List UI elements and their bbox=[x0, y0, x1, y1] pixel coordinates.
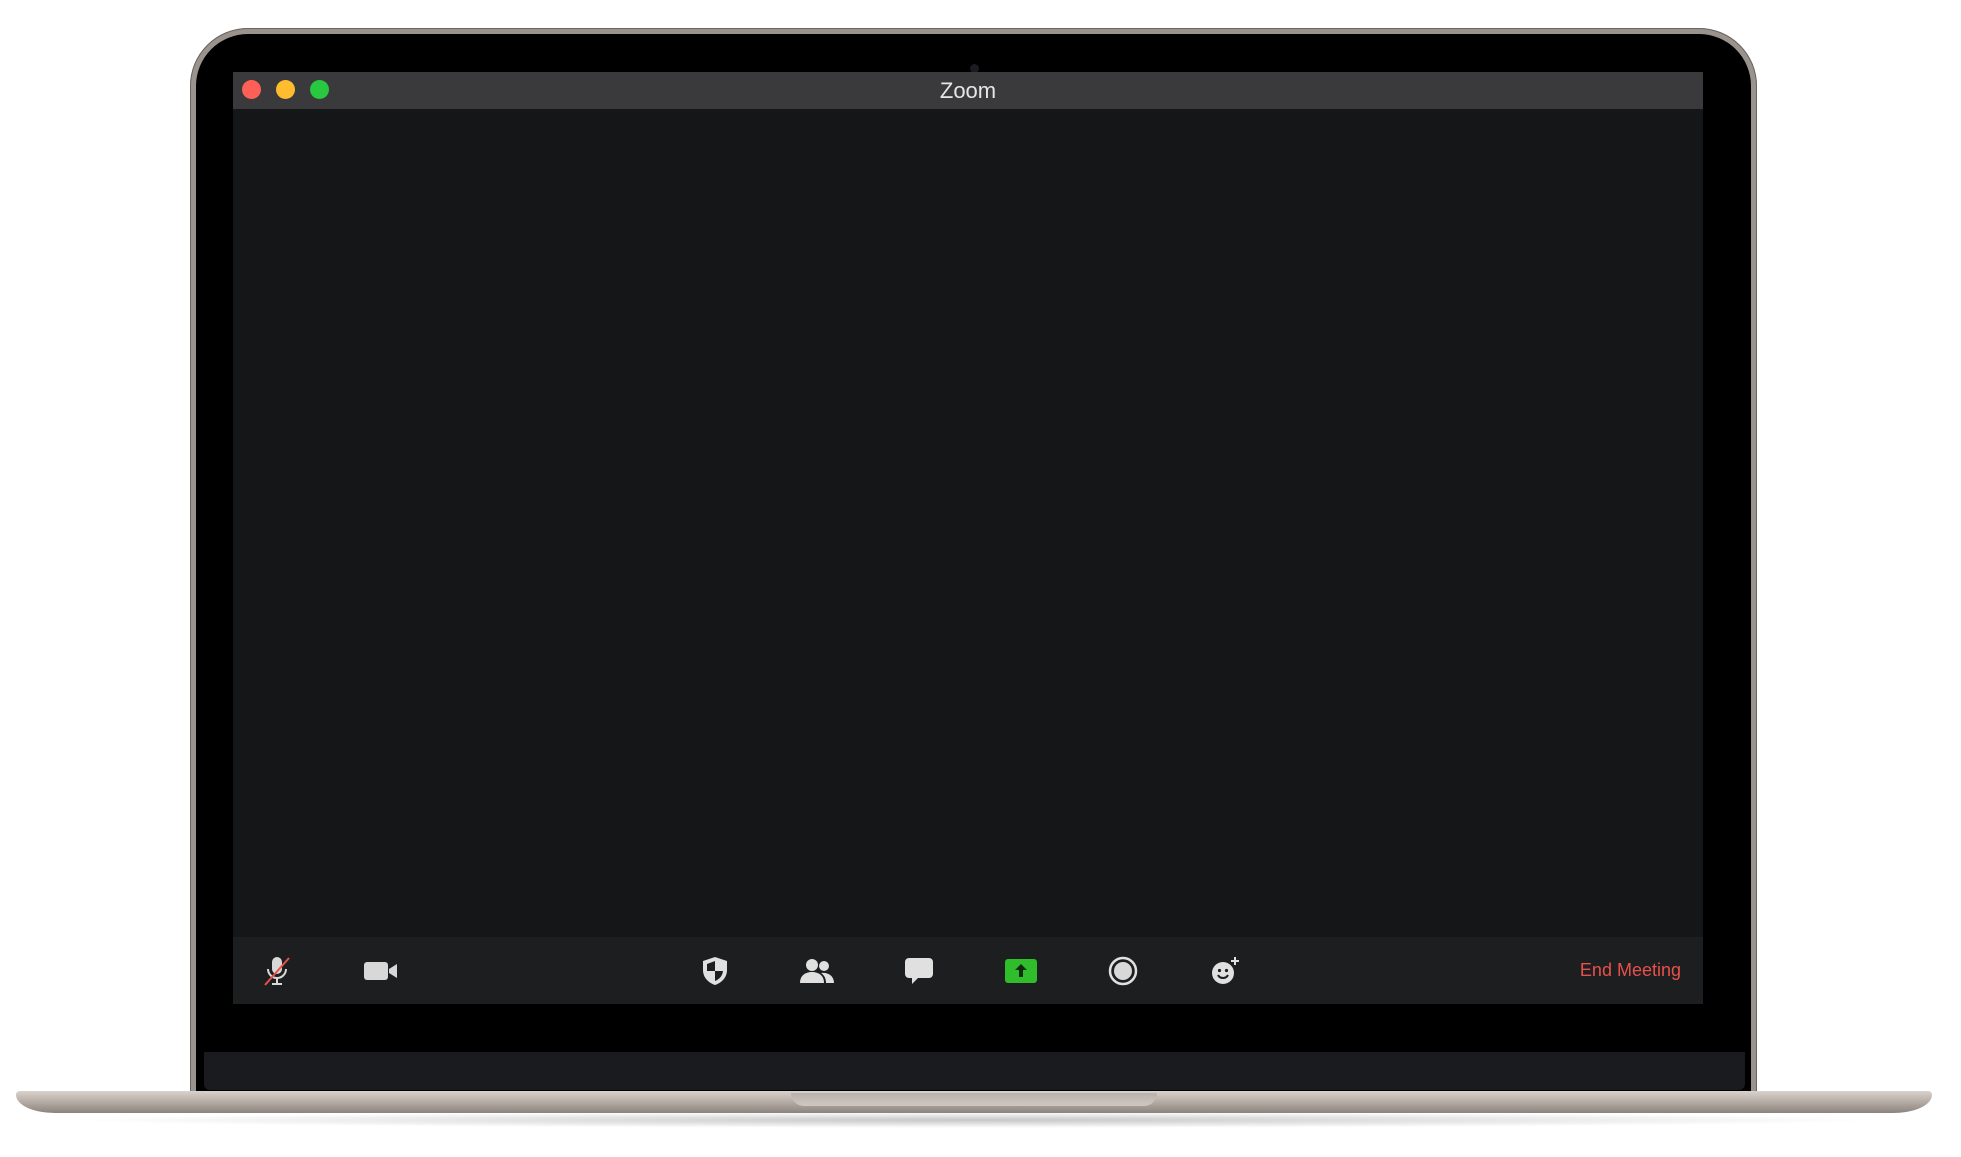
share-screen-icon bbox=[1005, 959, 1037, 983]
laptop-chin bbox=[204, 1052, 1745, 1090]
security-button[interactable] bbox=[693, 949, 737, 993]
chat-bubble-icon bbox=[905, 958, 933, 984]
reactions-button[interactable] bbox=[1203, 949, 1247, 993]
record-button[interactable] bbox=[1101, 949, 1145, 993]
microphone-muted-icon bbox=[264, 957, 290, 986]
title-bar: Zoom bbox=[233, 72, 1703, 109]
participants-icon bbox=[800, 959, 834, 983]
video-button[interactable] bbox=[359, 949, 403, 993]
laptop-base-notch bbox=[791, 1093, 1157, 1106]
participants-button[interactable] bbox=[795, 949, 839, 993]
share-screen-button[interactable] bbox=[999, 949, 1043, 993]
chat-button[interactable] bbox=[897, 949, 941, 993]
record-icon bbox=[1108, 956, 1138, 986]
zoom-window: Zoom End Meeting bbox=[233, 72, 1703, 1004]
laptop-shadow bbox=[60, 1112, 1890, 1128]
window-title: Zoom bbox=[939, 78, 997, 103]
meeting-video-area bbox=[233, 109, 1703, 937]
end-meeting-button[interactable]: End Meeting bbox=[1580, 937, 1681, 1004]
video-camera-icon bbox=[364, 962, 397, 980]
shield-icon bbox=[703, 957, 727, 985]
meeting-toolbar: End Meeting bbox=[233, 937, 1703, 1004]
mute-button[interactable] bbox=[255, 949, 299, 993]
reaction-emoji-icon bbox=[1212, 957, 1239, 984]
